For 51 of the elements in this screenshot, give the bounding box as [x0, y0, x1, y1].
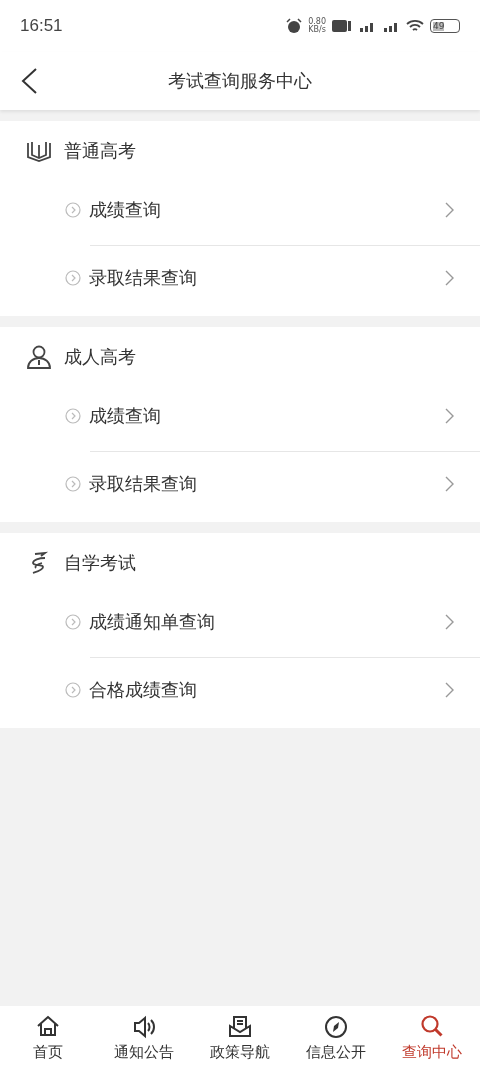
- chevron-icon: [444, 682, 454, 698]
- signal-icon: [382, 20, 400, 32]
- menu-item-label: 成绩查询: [89, 404, 162, 428]
- arrow-circle-icon: [65, 202, 81, 218]
- arrow-circle-icon: [65, 476, 81, 492]
- status-time: 16:51: [20, 16, 63, 36]
- compass-icon: [323, 1014, 349, 1040]
- chevron-icon: [444, 270, 454, 286]
- section-title: 普通高考: [64, 139, 136, 163]
- section-title: 自学考试: [64, 551, 136, 575]
- tab-label: 通知公告: [114, 1043, 174, 1062]
- tab-label: 政策导航: [210, 1043, 270, 1062]
- chevron-icon: [444, 408, 454, 424]
- chevron-icon: [444, 614, 454, 630]
- book-icon: [26, 139, 52, 163]
- menu-item[interactable]: 录取结果查询: [90, 245, 480, 310]
- menu-item[interactable]: 成绩查询: [0, 181, 480, 239]
- net-speed: 0.80: [308, 18, 326, 26]
- signal-icon: [358, 20, 376, 32]
- tab-label: 首页: [33, 1043, 63, 1062]
- menu-item[interactable]: 成绩通知单查询: [0, 593, 480, 651]
- section-title: 成人高考: [64, 345, 136, 369]
- alarm-icon: [286, 18, 303, 34]
- person-icon: [26, 345, 52, 369]
- arrow-circle-icon: [65, 614, 81, 630]
- menu-item-label: 成绩通知单查询: [89, 610, 216, 634]
- tab-label: 信息公开: [306, 1043, 366, 1062]
- arrow-circle-icon: [65, 270, 81, 286]
- net-speed-unit: KB/s: [308, 26, 326, 34]
- tab[interactable]: 首页: [0, 1006, 96, 1070]
- chevron-icon: [444, 476, 454, 492]
- menu-item[interactable]: 成绩查询: [0, 387, 480, 445]
- menu-item[interactable]: 录取结果查询: [90, 451, 480, 516]
- battery-level: 49: [433, 21, 445, 31]
- menu-item[interactable]: 合格成绩查询: [90, 657, 480, 722]
- arrow-circle-icon: [65, 408, 81, 424]
- page-title: 考试查询服务中心: [168, 69, 312, 93]
- tab[interactable]: 信息公开: [288, 1006, 384, 1070]
- tab[interactable]: 通知公告: [96, 1006, 192, 1070]
- speaker-icon: [131, 1014, 157, 1040]
- mail-icon: [227, 1014, 253, 1040]
- wifi-icon: [406, 19, 424, 33]
- chevron-icon: [444, 202, 454, 218]
- tab[interactable]: 查询中心: [384, 1006, 480, 1070]
- menu-item-label: 合格成绩查询: [89, 678, 198, 702]
- menu-item-label: 录取结果查询: [89, 472, 198, 496]
- arrow-circle-icon: [65, 682, 81, 698]
- tab[interactable]: 政策导航: [192, 1006, 288, 1070]
- menu-item-label: 成绩查询: [89, 198, 162, 222]
- tab-label: 查询中心: [402, 1043, 462, 1062]
- menu-item-label: 录取结果查询: [89, 266, 198, 290]
